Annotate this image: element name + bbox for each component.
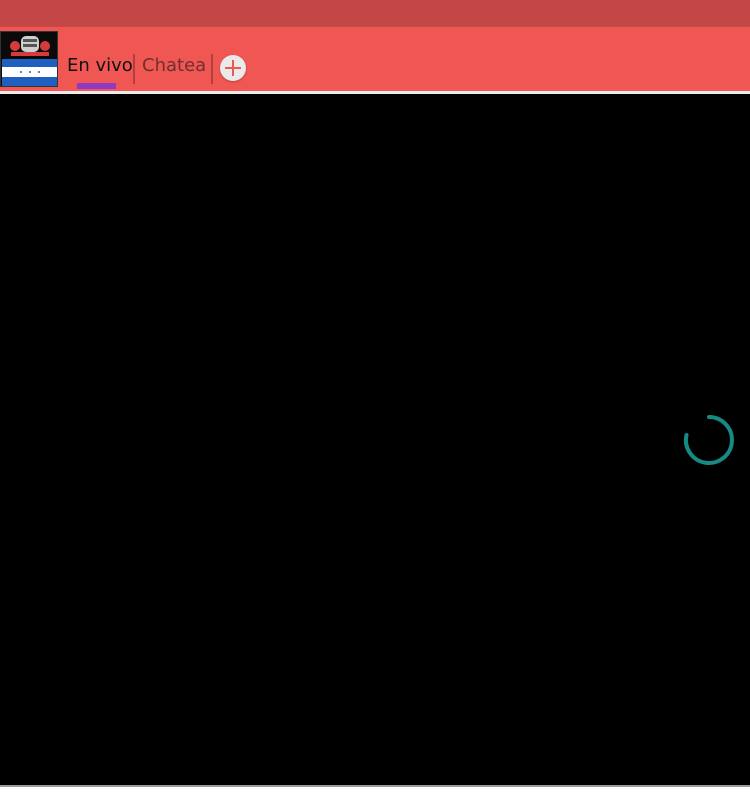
app-bar: En vivo Chatea: [0, 27, 750, 94]
active-tab-indicator: [77, 83, 116, 89]
tab-en-vivo[interactable]: En vivo: [67, 55, 133, 77]
plus-icon: [225, 60, 241, 76]
bottom-strip: [0, 785, 750, 800]
video-player[interactable]: [0, 94, 750, 785]
add-tab-button[interactable]: [220, 55, 246, 81]
tab-chatea[interactable]: Chatea: [142, 55, 206, 77]
tab-divider: [211, 54, 213, 84]
tab-divider: [133, 54, 135, 84]
status-bar: [0, 0, 750, 27]
loading-spinner-icon: [683, 415, 734, 465]
radio-logo-icon[interactable]: [0, 31, 58, 87]
